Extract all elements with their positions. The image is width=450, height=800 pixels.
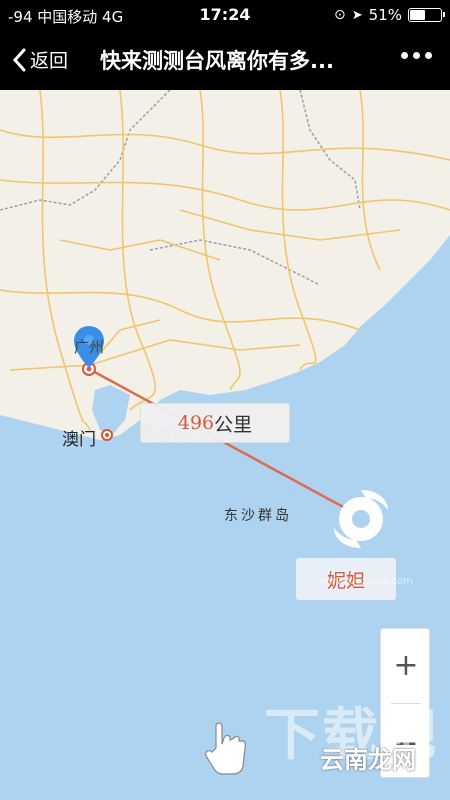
battery-percent: 51%: [368, 6, 402, 24]
rotation-lock-icon: ⊙: [334, 7, 346, 23]
location-arrow-icon: ➤: [351, 7, 363, 23]
typhoon-icon[interactable]: [330, 488, 392, 550]
back-button[interactable]: 返回: [12, 46, 68, 73]
more-dot-icon: [425, 52, 432, 59]
nav-bar: 返回 快来测测台风离你有多...: [0, 30, 450, 90]
map-view[interactable]: 广州 澳门 香港 东沙群岛 496 公里 妮妲 www.xiazaiba.com…: [0, 90, 450, 800]
back-label: 返回: [30, 50, 69, 72]
chevron-left-icon: [12, 48, 26, 71]
watermark-site-name: 云南龙网: [320, 746, 416, 774]
status-right: ⊙ ➤ 51%: [334, 6, 445, 24]
distance-value: 496: [177, 412, 215, 434]
map-label-dongsha: 东沙群岛: [224, 508, 292, 524]
more-menu-button[interactable]: [401, 52, 432, 59]
map-label-guangzhou: 广州: [74, 338, 105, 356]
distance-unit: 公里: [214, 413, 253, 436]
distance-label: 496 公里: [140, 403, 290, 443]
watermark-url: www.xiazaiba.com: [320, 576, 413, 587]
status-bar: -94 中国移动 4G 17:24 ⊙ ➤ 51%: [0, 0, 450, 30]
more-dot-icon: [413, 52, 420, 59]
zoom-in-button[interactable]: +: [381, 635, 431, 695]
gesture-hand-icon[interactable]: [200, 718, 250, 778]
page-title: 快来测测台风离你有多...: [100, 49, 334, 73]
battery-icon: [408, 8, 445, 22]
more-dot-icon: [401, 52, 408, 59]
map-label-macau: 澳门: [62, 430, 96, 450]
